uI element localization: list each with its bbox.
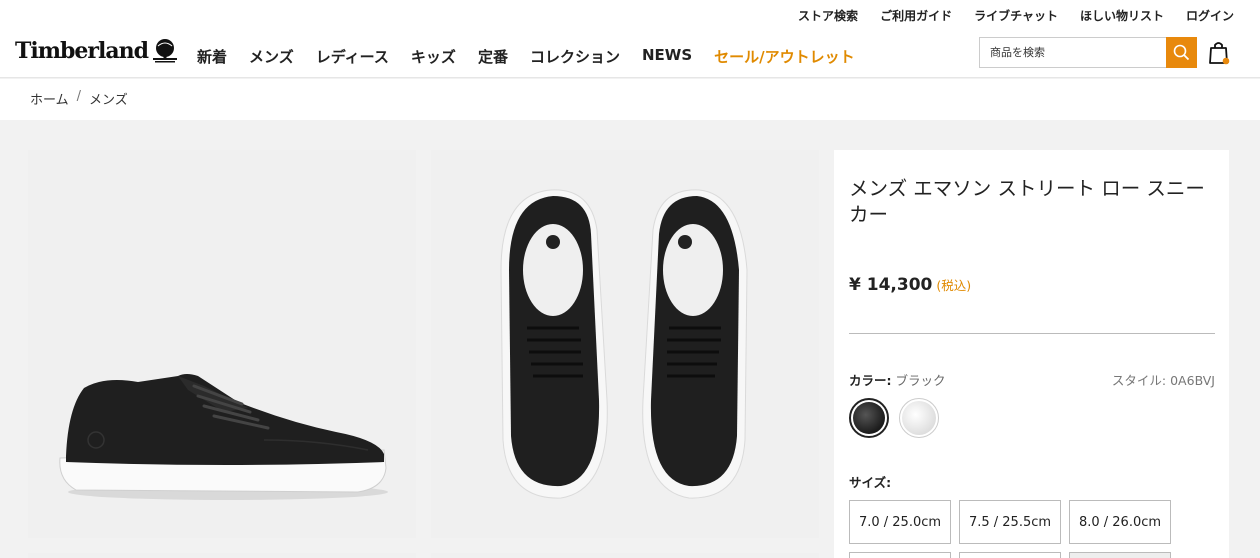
guide-link[interactable]: ご利用ガイド [880, 7, 952, 24]
search-button[interactable] [1166, 37, 1197, 68]
breadcrumb-bar: ホーム / メンズ [0, 79, 1260, 120]
breadcrumb-current[interactable]: メンズ [89, 89, 128, 108]
search-box [979, 37, 1197, 68]
wishlist-link[interactable]: ほしい物リスト [1080, 7, 1164, 24]
tree-logo-icon [152, 39, 177, 63]
shopping-bag-icon [1209, 42, 1230, 65]
product-title: メンズ エマソン ストリート ロー スニーカー [849, 177, 1205, 226]
size-option-8-0[interactable]: 8.0 / 26.0cm [1069, 500, 1171, 544]
nav-sale-outlet[interactable]: セール/アウトレット [714, 46, 854, 67]
nav-collection[interactable]: コレクション [530, 46, 620, 67]
main-nav: 新着 メンズ レディース キッズ 定番 コレクション NEWS セール/アウトレ… [197, 46, 855, 67]
product-price: ¥ 14,300 (税込) [849, 275, 971, 295]
logo-wordmark: Timberland [15, 38, 149, 64]
size-option-7-0[interactable]: 7.0 / 25.0cm [849, 500, 951, 544]
divider [849, 333, 1215, 334]
color-row: カラー: ブラック スタイル: 0A6BVJ [849, 370, 1215, 389]
product-image-top[interactable] [431, 150, 819, 538]
color-swatches [849, 398, 939, 438]
login-link[interactable]: ログイン [1186, 7, 1234, 24]
live-chat-link[interactable]: ライブチャット [974, 7, 1058, 24]
nav-mens[interactable]: メンズ [249, 46, 294, 67]
utility-links: ストア検索 ご利用ガイド ライブチャット ほしい物リスト ログイン [798, 7, 1234, 24]
size-option-unavailable[interactable] [1069, 552, 1171, 558]
size-option[interactable] [849, 552, 951, 558]
sneaker-top-image [500, 189, 748, 499]
nav-news[interactable]: NEWS [642, 46, 692, 67]
product-info-panel: メンズ エマソン ストリート ロー スニーカー ¥ 14,300 (税込) カラ… [834, 150, 1229, 558]
tax-note: (税込) [936, 278, 972, 293]
price-amount: ¥ 14,300 [849, 275, 933, 295]
size-option-7-5[interactable]: 7.5 / 25.5cm [959, 500, 1061, 544]
color-value: ブラック [895, 373, 946, 388]
style-number: スタイル: 0A6BVJ [1111, 373, 1215, 388]
breadcrumb-separator: / [76, 89, 82, 104]
breadcrumb: ホーム / メンズ [30, 89, 128, 108]
search-input[interactable] [980, 38, 1166, 67]
size-option[interactable] [959, 552, 1061, 558]
product-image-3[interactable] [28, 553, 416, 558]
size-options-row-2 [849, 552, 1171, 558]
swatch-white[interactable] [899, 398, 939, 438]
cart-button[interactable] [1207, 40, 1231, 66]
site-header: ストア検索 ご利用ガイド ライブチャット ほしい物リスト ログイン Timber… [0, 0, 1260, 78]
search-icon [1173, 44, 1190, 61]
sneaker-side-image [59, 374, 388, 500]
store-search-link[interactable]: ストア検索 [798, 7, 858, 24]
size-options: 7.0 / 25.0cm 7.5 / 25.5cm 8.0 / 26.0cm [849, 500, 1171, 544]
site-logo[interactable]: Timberland [15, 38, 179, 64]
nav-new[interactable]: 新着 [197, 46, 227, 67]
product-image-side[interactable] [28, 150, 416, 538]
breadcrumb-home[interactable]: ホーム [30, 89, 69, 108]
nav-kids[interactable]: キッズ [411, 46, 456, 67]
product-image-4[interactable] [431, 553, 819, 558]
size-label: サイズ: [849, 475, 892, 490]
nav-womens[interactable]: レディース [316, 46, 389, 67]
nav-classics[interactable]: 定番 [478, 46, 508, 67]
swatch-black[interactable] [849, 398, 889, 438]
color-label: カラー: [849, 373, 892, 388]
